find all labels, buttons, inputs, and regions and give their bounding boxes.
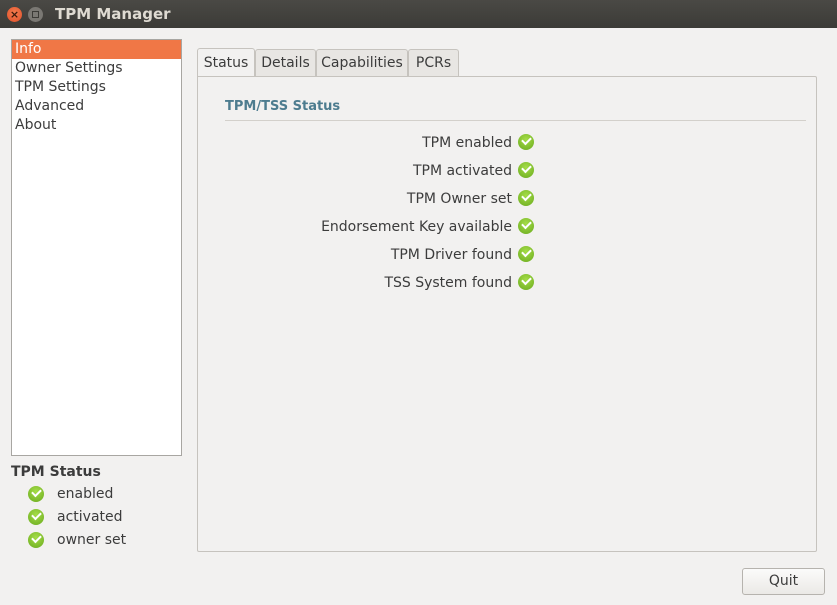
section-title: TPM/TSS Status <box>225 99 341 114</box>
tpm-status-enabled: enabled <box>28 486 113 506</box>
check-ok-icon <box>518 246 534 262</box>
tpm-status-heading: TPM Status <box>11 464 101 480</box>
tpm-status-label: enabled <box>57 486 114 502</box>
title-bar: × TPM Manager <box>0 0 837 28</box>
close-icon: × <box>9 8 20 21</box>
check-ok-icon <box>28 532 44 548</box>
status-panel: TPM/TSS Status TPM enabled TPM activated… <box>197 76 817 552</box>
tab-pcrs[interactable]: PCRs <box>408 49 459 77</box>
status-row-tpm-enabled: TPM enabled <box>422 132 534 154</box>
status-row-tpm-driver: TPM Driver found <box>391 244 534 266</box>
status-row-tpm-activated: TPM activated <box>413 160 534 182</box>
sidebar-item-tpm-settings[interactable]: TPM Settings <box>12 78 181 97</box>
check-ok-icon <box>518 218 534 234</box>
tab-status[interactable]: Status <box>197 48 255 77</box>
status-row-tss-system: TSS System found <box>384 272 534 294</box>
tab-label: Status <box>203 55 249 71</box>
status-label: TSS System found <box>384 275 512 291</box>
section-divider <box>225 120 806 121</box>
status-label: TPM enabled <box>422 135 512 151</box>
close-button[interactable]: × <box>7 7 22 22</box>
sidebar-list[interactable]: Info Owner Settings TPM Settings Advance… <box>11 39 182 456</box>
maximize-button[interactable] <box>28 7 43 22</box>
tab-capabilities[interactable]: Capabilities <box>316 49 408 77</box>
sidebar-item-advanced[interactable]: Advanced <box>12 97 181 116</box>
tab-label: PCRs <box>415 55 452 71</box>
check-ok-icon <box>518 190 534 206</box>
quit-button[interactable]: Quit <box>742 568 825 595</box>
sidebar-item-info[interactable]: Info <box>12 40 181 59</box>
tpm-status-activated: activated <box>28 509 123 529</box>
check-ok-icon <box>28 486 44 502</box>
status-label: TPM Driver found <box>390 247 512 263</box>
status-label: TPM Owner set <box>406 191 512 207</box>
check-ok-icon <box>518 162 534 178</box>
tab-label: Capabilities <box>321 55 403 71</box>
sidebar-item-owner-settings[interactable]: Owner Settings <box>12 59 181 78</box>
check-ok-icon <box>28 509 44 525</box>
window-title: TPM Manager <box>55 5 171 23</box>
status-row-endorsement-key: Endorsement Key available <box>321 216 534 238</box>
status-row-tpm-owner-set: TPM Owner set <box>407 188 534 210</box>
tab-details[interactable]: Details <box>255 49 316 77</box>
tpm-status-label: activated <box>57 509 123 525</box>
status-label: Endorsement Key available <box>321 219 512 235</box>
check-ok-icon <box>518 134 534 150</box>
tab-label: Details <box>261 55 310 71</box>
maximize-icon <box>32 11 39 18</box>
check-ok-icon <box>518 274 534 290</box>
sidebar-item-about[interactable]: About <box>12 116 181 135</box>
tpm-status-label: owner set <box>57 532 127 548</box>
tpm-status-owner-set: owner set <box>28 532 126 552</box>
status-label: TPM activated <box>412 163 512 179</box>
